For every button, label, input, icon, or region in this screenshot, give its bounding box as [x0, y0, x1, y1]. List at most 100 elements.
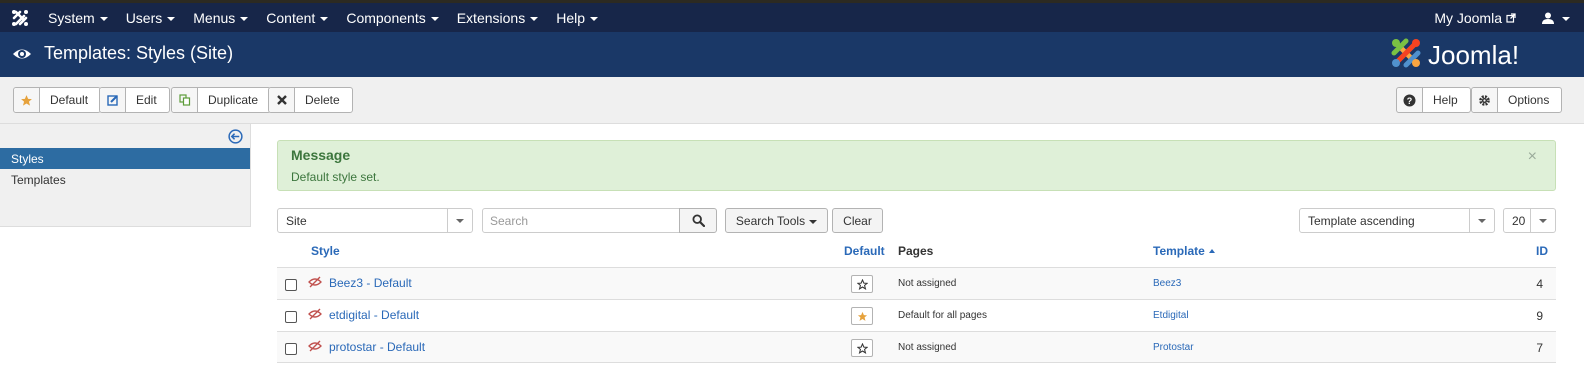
- sidebar-item-templates[interactable]: Templates: [0, 169, 250, 190]
- column-header-pages: Pages: [898, 244, 934, 258]
- select-arrow-icon: [447, 209, 472, 232]
- style-link[interactable]: protostar - Default: [329, 340, 425, 354]
- page-title: Templates: Styles (Site): [44, 43, 234, 63]
- star-outline-icon: [856, 278, 868, 290]
- svg-text:?: ?: [1407, 96, 1413, 106]
- menu-content[interactable]: Content: [266, 3, 346, 32]
- menu-system[interactable]: System: [48, 3, 126, 32]
- ordering-select[interactable]: Template ascending: [1299, 208, 1495, 233]
- main-menu: System Users Menus Content Components Ex…: [48, 3, 616, 32]
- toolbar: Default Edit Duplicate Delete ? Help Opt…: [0, 77, 1584, 124]
- template-link[interactable]: Protostar: [1153, 342, 1194, 353]
- menu-label: Help: [556, 9, 585, 26]
- clear-label: Clear: [843, 213, 872, 228]
- menu-extensions[interactable]: Extensions: [457, 3, 556, 32]
- edit-icon: [100, 88, 126, 112]
- copy-icon: [172, 88, 198, 112]
- id-value: 4: [1536, 277, 1543, 291]
- help-button-label: Help: [1433, 93, 1458, 107]
- table-row: protostar - Default Not assigned Protost…: [277, 331, 1556, 363]
- my-joomla-link[interactable]: My Joomla: [1434, 10, 1516, 26]
- delete-icon: [269, 88, 295, 112]
- search-input[interactable]: [482, 208, 680, 233]
- client-select[interactable]: Site: [277, 208, 473, 233]
- menu-components[interactable]: Components: [346, 3, 456, 32]
- template-link[interactable]: Etdigital: [1153, 310, 1189, 321]
- search-tools-button[interactable]: Search Tools: [725, 208, 828, 233]
- column-header-default[interactable]: Default: [844, 244, 885, 258]
- column-header-template-label: Template: [1153, 244, 1205, 258]
- delete-button[interactable]: Delete: [268, 87, 353, 113]
- pages-value: Not assigned: [898, 342, 957, 353]
- default-star-button[interactable]: [851, 339, 873, 357]
- success-message: Message Default style set. ×: [277, 140, 1556, 191]
- delete-button-label: Delete: [305, 93, 340, 107]
- caret-down-icon: [240, 16, 249, 21]
- external-link-icon: [1506, 12, 1516, 23]
- caret-down-icon: [99, 16, 108, 21]
- select-arrow-icon: [1530, 209, 1555, 232]
- caret-down-icon: [809, 219, 818, 224]
- column-header-id[interactable]: ID: [1536, 244, 1548, 258]
- star-icon: [14, 88, 40, 112]
- edit-button-label: Edit: [136, 93, 157, 107]
- caret-down-icon: [430, 16, 439, 21]
- eye-icon: [13, 49, 31, 59]
- collapse-sidebar-icon[interactable]: [228, 129, 243, 144]
- nav-right: My Joomla: [1434, 3, 1570, 32]
- joomla-brand-logo: Joomla!: [1391, 38, 1519, 70]
- row-checkbox[interactable]: [285, 279, 297, 291]
- sidebar-item-label: Templates: [11, 172, 66, 187]
- gear-icon: [1472, 88, 1498, 112]
- search-icon: [691, 214, 705, 227]
- menu-label: Users: [125, 9, 163, 26]
- template-link[interactable]: Beez3: [1153, 278, 1181, 289]
- table-row: Beez3 - Default Not assigned Beez3 4: [277, 267, 1556, 299]
- edit-button[interactable]: Edit: [99, 87, 170, 113]
- sidebar-item-label: Styles: [11, 151, 44, 166]
- pages-value: Not assigned: [898, 278, 957, 289]
- my-joomla-label: My Joomla: [1434, 9, 1502, 26]
- search-tools-label: Search Tools: [735, 213, 806, 228]
- caret-down-icon: [320, 16, 329, 21]
- select-arrow-icon: [1469, 209, 1494, 232]
- menu-help[interactable]: Help: [556, 3, 616, 32]
- search-button[interactable]: [679, 208, 717, 233]
- star-filled-icon: [857, 311, 867, 321]
- id-value: 9: [1536, 309, 1543, 323]
- joomla-logo-icon[interactable]: [10, 8, 30, 28]
- style-link[interactable]: Beez3 - Default: [329, 276, 412, 290]
- sidebar: Styles Templates: [0, 124, 251, 227]
- row-checkbox[interactable]: [285, 311, 297, 323]
- help-button[interactable]: ? Help: [1396, 87, 1471, 113]
- question-icon: ?: [1397, 88, 1423, 112]
- caret-down-icon: [530, 16, 539, 21]
- menu-users[interactable]: Users: [126, 3, 194, 32]
- options-button[interactable]: Options: [1471, 87, 1563, 113]
- default-star-button[interactable]: [851, 275, 873, 293]
- default-star-button[interactable]: [851, 307, 873, 325]
- star-outline-icon: [856, 342, 868, 354]
- menu-menus[interactable]: Menus: [193, 3, 266, 32]
- default-button[interactable]: Default: [13, 87, 102, 113]
- column-header-template[interactable]: Template: [1153, 244, 1215, 258]
- sidebar-item-styles[interactable]: Styles: [0, 148, 250, 169]
- style-link[interactable]: etdigital - Default: [329, 308, 419, 322]
- row-checkbox[interactable]: [285, 343, 297, 355]
- eye-slash-icon: [308, 308, 322, 320]
- menu-label: Components: [346, 9, 426, 26]
- column-header-style[interactable]: Style: [311, 244, 340, 258]
- duplicate-button[interactable]: Duplicate: [171, 87, 272, 113]
- eye-slash-icon: [308, 340, 322, 352]
- message-text: Default style set.: [291, 170, 380, 184]
- close-icon[interactable]: ×: [1528, 148, 1537, 166]
- table-row: etdigital - Default Default for all page…: [277, 299, 1556, 331]
- user-menu[interactable]: [1542, 12, 1570, 24]
- options-button-label: Options: [1508, 93, 1550, 107]
- menu-label: Content: [266, 9, 316, 26]
- limit-select[interactable]: 20: [1503, 208, 1556, 233]
- top-navbar: System Users Menus Content Components Ex…: [0, 0, 1584, 32]
- brand-text: Joomla!: [1428, 40, 1519, 70]
- clear-button[interactable]: Clear: [832, 208, 883, 233]
- eye-slash-icon: [308, 276, 322, 288]
